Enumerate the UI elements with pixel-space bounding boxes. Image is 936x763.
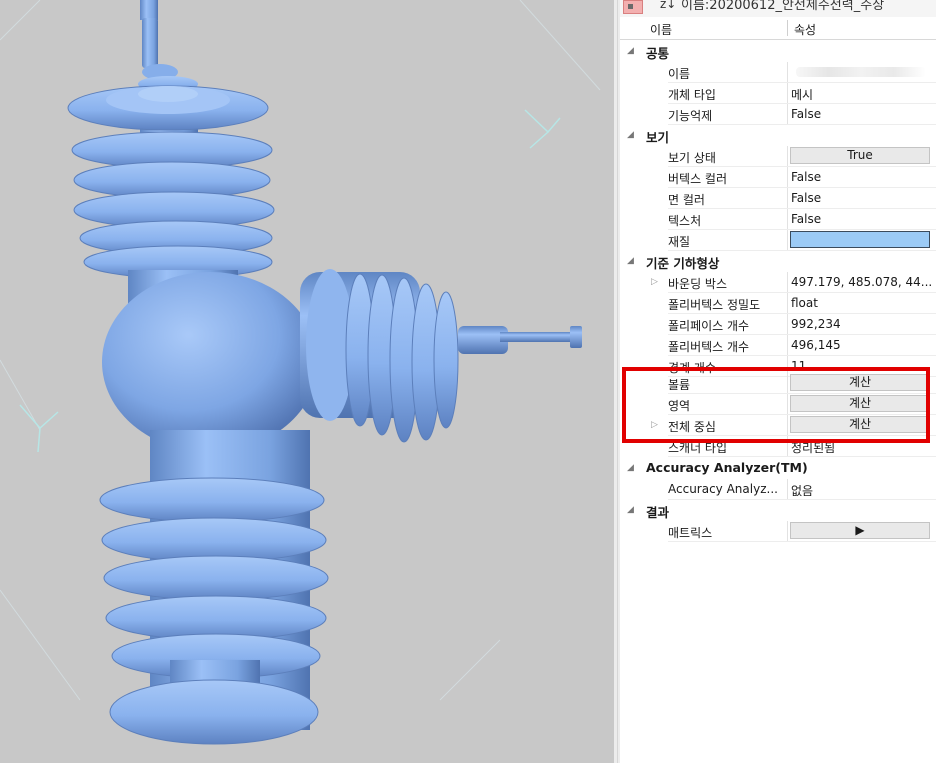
category-common[interactable]: ◢ 공통 (620, 41, 936, 62)
row-texture[interactable]: 텍스처 False (620, 209, 936, 230)
row-label: 재질 (668, 235, 691, 249)
category-view[interactable]: ◢ 보기 (620, 125, 936, 146)
row-label: 매트릭스 (668, 526, 713, 540)
expand-icon[interactable]: ▷ (651, 420, 658, 430)
row-area[interactable]: 영역 계산 (620, 394, 936, 415)
matrix-play-button[interactable]: ▶ (790, 522, 930, 539)
row-label: 폴리페이스 개수 (668, 319, 750, 333)
area-calculate-button[interactable]: 계산 (790, 395, 930, 412)
row-object-type[interactable]: 개체 타입 메시 (620, 83, 936, 104)
category-label: Accuracy Analyzer(TM) (646, 460, 808, 475)
row-label: 보기 상태 (668, 151, 716, 165)
row-value[interactable]: 992,234 (790, 314, 932, 334)
row-value[interactable]: 계산 (790, 415, 932, 435)
category-label: 공통 (646, 46, 670, 61)
row-shell-type[interactable]: 스캐너 타입 정리된됨 (620, 436, 936, 457)
row-label: 볼륨 (668, 378, 691, 392)
row-value[interactable]: 정리된됨 (790, 436, 932, 456)
row-label: 면 컬러 (668, 193, 705, 207)
row-label: 이름 (668, 67, 691, 81)
category-geometry[interactable]: ◢ 기준 기하형상 (620, 251, 936, 272)
row-label: 텍스처 (668, 214, 702, 228)
category-label: 기준 기하형상 (646, 256, 720, 271)
row-material[interactable]: 재질 (620, 230, 936, 251)
collapse-icon[interactable]: ◢ (627, 130, 634, 140)
row-value[interactable]: 계산 (790, 394, 932, 414)
row-value[interactable] (790, 62, 932, 82)
category-label: 보기 (646, 130, 670, 145)
row-vertex-color[interactable]: 버텍스 컬러 False (620, 167, 936, 188)
column-property-header[interactable]: 속성 (794, 21, 816, 38)
collapse-icon[interactable]: ◢ (627, 46, 634, 56)
collapse-icon[interactable]: ◢ (627, 505, 634, 515)
play-icon: ▶ (855, 523, 865, 537)
insulator-model[interactable] (0, 0, 614, 763)
object-name-title: 이름:20200612_안전제주전력_주상 (681, 0, 885, 13)
row-label: 폴리버텍스 정밀도 (668, 298, 761, 312)
panel-toolbar: z↓ 이름:20200612_안전제주전력_주상 (620, 0, 936, 17)
collapse-icon[interactable]: ◢ (627, 463, 634, 473)
row-value[interactable]: 없음 (790, 479, 932, 499)
category-result[interactable]: ◢ 결과 (620, 500, 936, 521)
row-value[interactable]: 496,145 (790, 335, 932, 355)
az-sort-icon[interactable]: z↓ (660, 0, 676, 11)
row-face-color[interactable]: 면 컬러 False (620, 188, 936, 209)
row-value[interactable]: 메시 (790, 83, 932, 103)
category-label: 결과 (646, 505, 670, 520)
volume-calculate-button[interactable]: 계산 (790, 374, 930, 391)
row-accuracy-analyzer[interactable]: Accuracy Analyz... 없음 (620, 479, 936, 500)
row-value[interactable]: False (790, 188, 932, 208)
row-value[interactable]: False (790, 209, 932, 229)
column-header: 이름 속성 (620, 17, 936, 40)
row-label: 바운딩 박스 (668, 277, 728, 291)
row-label: Accuracy Analyz... (668, 482, 778, 496)
row-value[interactable]: 497.179, 485.078, 44... (790, 272, 932, 292)
row-view-state[interactable]: 보기 상태 True (620, 146, 936, 167)
row-value[interactable]: float (790, 293, 932, 313)
row-label: 전체 중심 (668, 420, 716, 434)
3d-viewport[interactable] (0, 0, 614, 763)
row-value[interactable] (790, 230, 932, 250)
row-value[interactable]: False (790, 104, 932, 124)
column-divider[interactable] (787, 20, 788, 36)
view-state-button[interactable]: True (790, 147, 930, 164)
row-label: 영역 (668, 399, 691, 413)
row-polyvertex-count[interactable]: 폴리버텍스 개수 496,145 (620, 335, 936, 356)
row-value[interactable]: ▶ (790, 521, 932, 541)
row-label: 기능억제 (668, 109, 713, 123)
row-polyface-count[interactable]: 폴리페이스 개수 992,234 (620, 314, 936, 335)
row-volume[interactable]: 볼륨 계산 (620, 373, 936, 394)
row-centroid[interactable]: ▷ 전체 중심 계산 (620, 415, 936, 436)
column-name-header[interactable]: 이름 (650, 21, 672, 38)
row-suppress[interactable]: 기능억제 False (620, 104, 936, 125)
centroid-calculate-button[interactable]: 계산 (790, 416, 930, 433)
row-value[interactable]: False (790, 167, 932, 187)
row-label: 버텍스 컬러 (668, 172, 728, 186)
row-label: 폴리버텍스 개수 (668, 340, 750, 354)
row-name[interactable]: 이름 (620, 62, 936, 83)
category-accuracy-analyzer[interactable]: ◢ Accuracy Analyzer(TM) (620, 458, 936, 479)
row-value[interactable]: True (790, 146, 932, 166)
row-label: 스캐너 타입 (668, 441, 728, 455)
blurred-name-value (796, 67, 926, 77)
collapse-icon[interactable]: ◢ (627, 256, 634, 266)
categorized-view-icon[interactable] (623, 0, 643, 14)
expand-icon[interactable]: ▷ (651, 277, 658, 287)
row-poly-precision[interactable]: 폴리버텍스 정밀도 float (620, 293, 936, 314)
material-color-swatch[interactable] (790, 231, 930, 248)
row-label: 개체 타입 (668, 88, 716, 102)
row-matrix[interactable]: 매트릭스 ▶ (620, 521, 936, 542)
property-panel: z↓ 이름:20200612_안전제주전력_주상 이름 속성 ◢ 공통 이름 개… (620, 0, 936, 763)
row-value[interactable]: 계산 (790, 373, 932, 393)
row-bounding-box[interactable]: ▷ 바운딩 박스 497.179, 485.078, 44... (620, 272, 936, 293)
